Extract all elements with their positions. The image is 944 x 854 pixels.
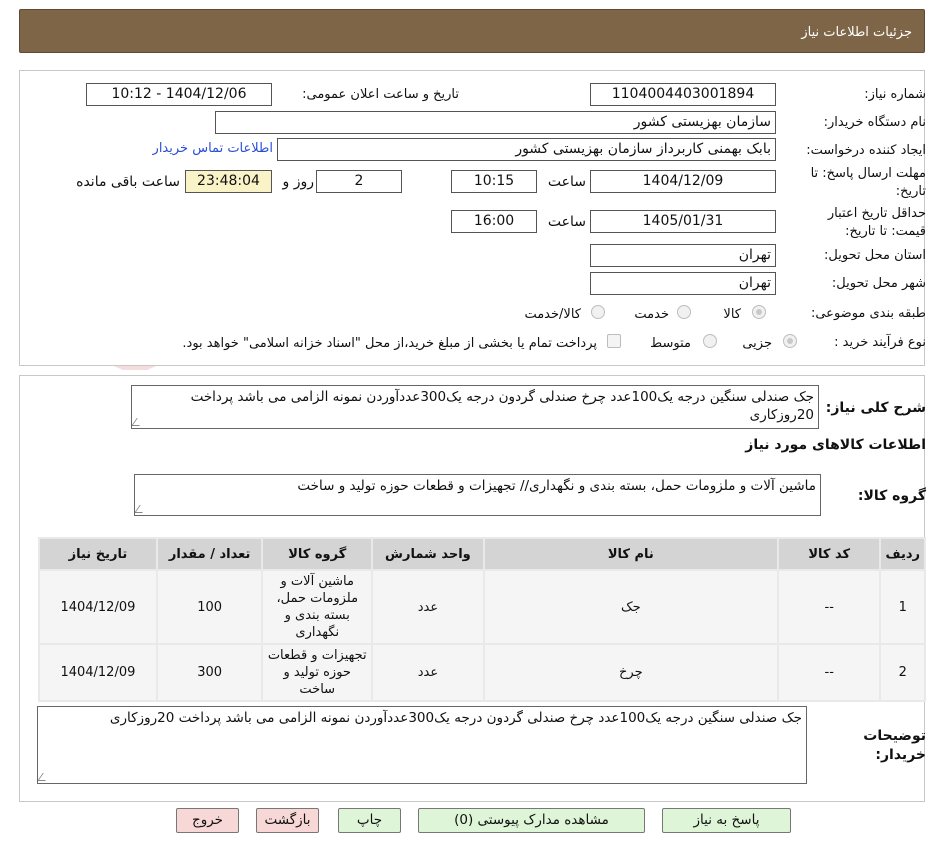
cell-group: تجهیزات و قطعات حوزه تولید و ساخت [263,645,372,700]
description-label: شرح کلی نیاز: [825,400,926,416]
need-number-label: شماره نیاز: [864,87,926,102]
col-quantity: تعداد / مقدار [157,539,262,569]
remaining-time-field: 23:48:04 [185,170,272,193]
description-text: جک صندلی سنگین درجه یک100عدد چرخ صندلی گ… [190,389,814,423]
category-option-goods: کالا [723,307,741,322]
city-field: تهران [590,272,776,295]
validity-time-field: 16:00 [451,210,537,233]
buyer-notes-label-2: خریدار: [875,747,926,763]
validity-date-field: 1405/01/31 [590,210,776,233]
items-table: ردیف کد کالا نام کالا واحد شمارش گروه کا… [38,537,926,702]
goods-group-label: گروه کالا: [857,488,926,504]
cell-qty: 300 [157,645,262,700]
col-need-date: تاریخ نیاز [40,539,156,569]
page-title: جزئیات اطلاعات نیاز [801,25,912,40]
back-button[interactable]: بازگشت [256,808,319,833]
days-label: روز و [282,174,315,190]
col-row-number: ردیف [881,539,924,569]
remaining-label: ساعت باقی مانده [76,174,180,190]
deadline-label-2: تاریخ: [895,184,926,199]
requester-label: ایجاد کننده درخواست: [806,143,926,158]
col-group: گروه کالا [263,539,372,569]
goods-section-title: اطلاعات کالاهای مورد نیاز [745,437,926,453]
buyer-notes-label: توضیحات [863,728,926,744]
announce-date-label: تاریخ و ساعت اعلان عمومی: [302,87,459,102]
cell-group: ماشین آلات و ملزومات حمل، بسته بندی و نگ… [263,571,372,643]
buyer-org-label: نام دستگاه خریدار: [823,115,926,130]
purchase-type-label: نوع فرآیند خرید : [834,335,926,350]
requester-field: بابک بهمنی کاربرداز سازمان بهزیستی کشور [277,138,776,161]
goods-group-text: ماشین آلات و ملزومات حمل، بسته بندی و نگ… [297,478,816,494]
deadline-time-field: 10:15 [451,170,537,193]
treasury-checkbox[interactable] [607,334,621,348]
buyer-notes-text: جک صندلی سنگین درجه یک100عدد چرخ صندلی گ… [109,710,802,726]
attachments-button[interactable]: مشاهده مدارک پیوستی (0) [418,808,645,833]
purchase-radio-medium[interactable] [703,334,717,348]
cell-code: -- [778,571,880,643]
print-button[interactable]: چاپ [338,808,401,833]
exit-button[interactable]: خروج [176,808,239,833]
category-option-service: خدمت [634,307,669,322]
table-row: 2 -- چرخ عدد تجهیزات و قطعات حوزه تولید … [40,645,924,700]
province-field: تهران [590,244,776,267]
cell-code: -- [778,645,880,700]
page-header: جزئیات اطلاعات نیاز [19,9,925,53]
col-item-code: کد کالا [778,539,880,569]
need-number-field: 1104004403001894 [590,83,776,106]
category-radio-service[interactable] [677,305,691,319]
col-item-name: نام کالا [484,539,777,569]
table-header-row: ردیف کد کالا نام کالا واحد شمارش گروه کا… [40,539,924,569]
resize-grip-icon[interactable] [135,505,148,513]
cell-qty: 100 [157,571,262,643]
purchase-option-minor: جزیی [742,336,772,351]
cell-date: 1404/12/09 [40,571,156,643]
category-radio-goods[interactable] [752,305,766,319]
buyer-contact-link[interactable]: اطلاعات تماس خریدار [153,141,273,156]
cell-unit: عدد [373,571,483,643]
category-option-goods-service: کالا/خدمت [524,307,581,322]
reply-button[interactable]: پاسخ به نیاز [662,808,791,833]
cell-row: 1 [881,571,924,643]
category-radio-goods-service[interactable] [591,305,605,319]
goods-group-textarea[interactable]: ماشین آلات و ملزومات حمل، بسته بندی و نگ… [134,474,821,516]
cell-date: 1404/12/09 [40,645,156,700]
deadline-date-field: 1404/12/09 [590,170,776,193]
resize-grip-icon[interactable] [132,418,145,426]
deadline-time-label: ساعت [547,174,586,190]
description-textarea[interactable]: جک صندلی سنگین درجه یک100عدد چرخ صندلی گ… [131,385,819,429]
cell-row: 2 [881,645,924,700]
buyer-notes-textarea[interactable]: جک صندلی سنگین درجه یک100عدد چرخ صندلی گ… [37,706,807,784]
category-label: طبقه بندی موضوعی: [810,306,926,321]
buyer-org-field: سازمان بهزیستی کشور [215,111,776,134]
resize-grip-icon[interactable] [38,773,51,781]
announce-date-field: 1404/12/06 - 10:12 [86,83,272,106]
purchase-radio-minor[interactable] [783,334,797,348]
table-row: 1 -- جک عدد ماشین آلات و ملزومات حمل، بس… [40,571,924,643]
city-label: شهر محل تحویل: [831,276,926,291]
validity-time-label: ساعت [547,214,586,230]
cell-name: جک [484,571,777,643]
deadline-label: مهلت ارسال پاسخ: تا [810,166,926,181]
cell-name: چرخ [484,645,777,700]
province-label: استان محل تحویل: [824,248,926,263]
col-unit: واحد شمارش [373,539,483,569]
cell-unit: عدد [373,645,483,700]
validity-label-2: قیمت: تا تاریخ: [845,224,926,239]
purchase-option-medium: متوسط [650,336,691,351]
validity-label: حداقل تاریخ اعتبار [827,206,926,221]
treasury-payment-note: پرداخت تمام یا بخشی از مبلغ خرید،از محل … [182,336,597,351]
days-remaining-field: 2 [316,170,402,193]
